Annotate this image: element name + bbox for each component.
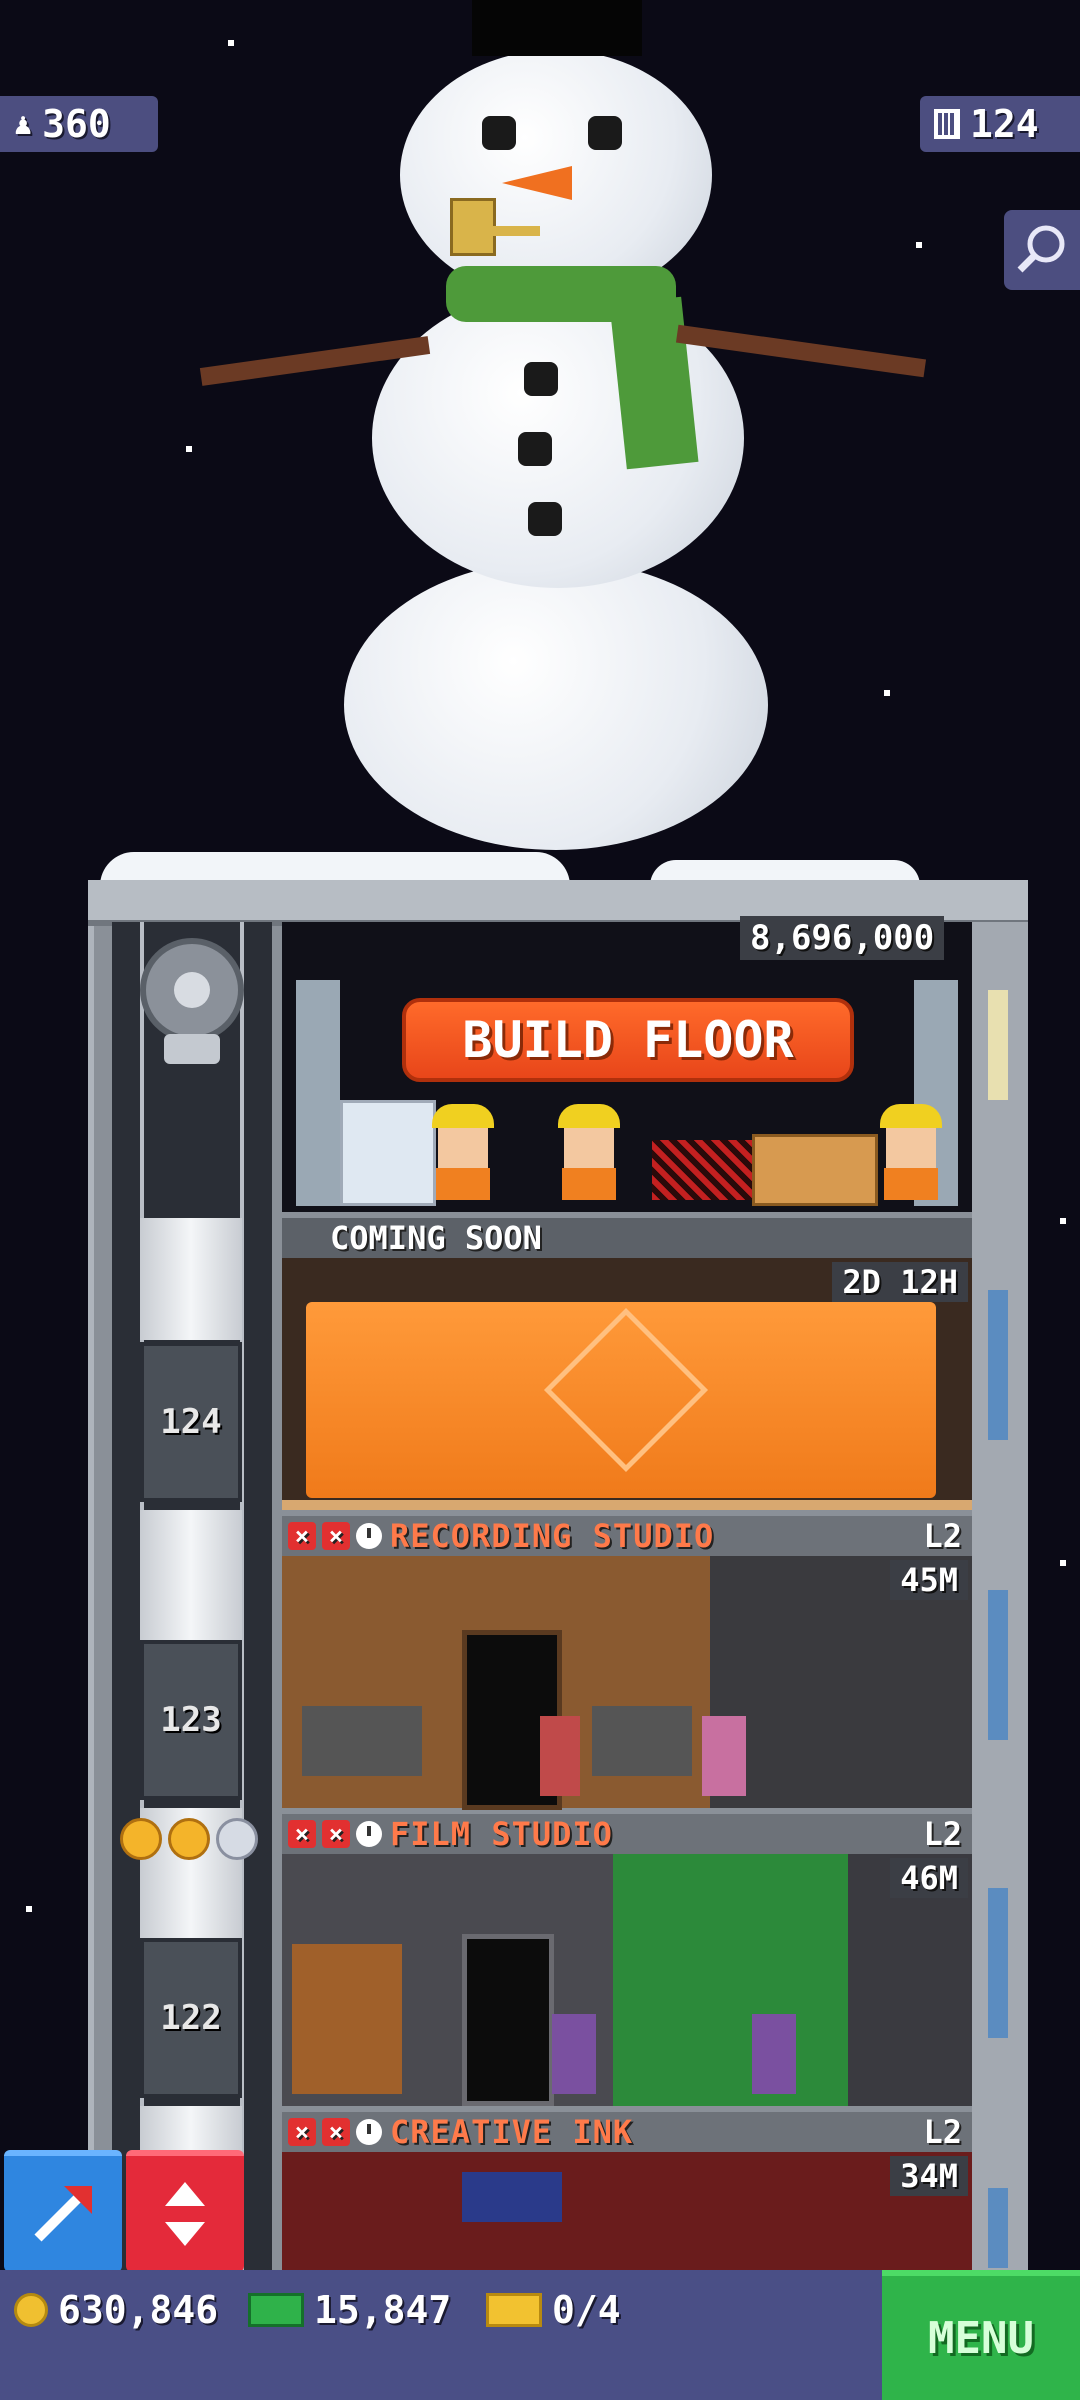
coins-value: 630,846 [58,2288,219,2332]
floor-timer-value: 46M [900,1859,958,1897]
star-filled-icon [120,1818,162,1860]
ticket-icon [486,2293,542,2327]
recording-studio-room[interactable] [282,1556,972,1810]
construction-timer-value: 2D 12H [842,1263,958,1301]
star-empty-icon [216,1818,258,1860]
building-icon [934,109,960,139]
elevator-motor [130,938,254,1066]
construction-timer: 2D 12H [832,1262,968,1302]
construction-tarp [306,1302,936,1498]
construction-sign-icon [543,1307,709,1473]
floor-timer: 34M [890,2156,968,2196]
arrow-up-right-icon [34,2186,92,2242]
elevator-stop-123[interactable]: 123 [140,1640,242,1800]
star [228,40,234,46]
floor-header-creative-ink[interactable]: × × CREATIVE INK L2 [282,2112,972,2152]
room-wall [296,980,340,1206]
window [988,2188,1008,2268]
floor-timer: 46M [890,1858,968,1898]
floor-timer-value: 45M [900,1561,958,1599]
creative-ink-room[interactable] [282,2152,972,2270]
population-value: 360 [42,102,111,146]
star [1060,1218,1066,1224]
build-floor-button[interactable]: BUILD FLOOR [402,998,854,1082]
bux-icon [248,2293,304,2327]
floor-level: L2 [923,1517,962,1555]
elevator-stop-124[interactable]: 124 [140,1342,242,1502]
remove-icon: × [288,2118,316,2146]
floor-timer: 45M [890,1560,968,1600]
window [988,990,1008,1100]
menu-button[interactable]: MENU [882,2270,1080,2400]
bux-value: 15,847 [314,2288,452,2332]
star-filled-icon [168,1818,210,1860]
star [186,446,192,452]
floor-number: 122 [160,1998,222,2038]
floor-number: 123 [160,1700,222,1740]
zoom-button[interactable] [1004,210,1080,290]
clock-icon [356,1821,382,1847]
magnifier-icon [1017,225,1065,273]
tickets-display[interactable]: 0/4 [486,2288,621,2332]
coins-display: 630,846 [14,2288,218,2332]
floor-ledge [282,1500,972,1510]
remove-icon: × [322,1820,350,1848]
film-studio-room[interactable] [282,1854,972,2106]
floor-counter: 124 [920,96,1080,152]
elevator-stop-122[interactable]: 122 [140,1938,242,2098]
clock-icon [356,1523,382,1549]
elevator-rating [120,1818,258,1860]
floor-count-value: 124 [970,102,1039,146]
floor-number: 124 [160,1402,222,1442]
floor-header-recording-studio[interactable]: × × RECORDING STUDIO L2 [282,1516,972,1556]
remove-icon: × [322,2118,350,2146]
construction-workers [340,1100,942,1206]
elevator-button[interactable] [126,2150,244,2272]
star [26,1906,32,1912]
window [988,1290,1008,1440]
floor-level: L2 [923,1815,962,1853]
build-cost-value: 8,696,000 [750,918,935,958]
coming-soon-label: COMING SOON [330,1219,542,1257]
floor-timer-value: 34M [900,2157,958,2195]
population-counter: ♟ 360 [0,96,158,152]
up-down-arrows-icon [165,2182,205,2246]
build-cost: 8,696,000 [740,916,945,960]
floor-header-film-studio[interactable]: × × FILM STUDIO L2 [282,1814,972,1854]
coin-icon [14,2293,48,2327]
tickets-value: 0/4 [552,2288,621,2332]
star [884,690,890,696]
clock-icon [356,2119,382,2145]
remove-icon: × [288,1522,316,1550]
remove-icon: × [288,1820,316,1848]
floor-level: L2 [923,2113,962,2151]
remove-icon: × [322,1522,350,1550]
floor-name: RECORDING STUDIO [390,1517,715,1555]
star [1060,1560,1066,1566]
floor-name: FILM STUDIO [390,1815,613,1853]
person-icon: ♟ [14,106,33,142]
construction-header: COMING SOON [282,1218,972,1258]
floor-name: CREATIVE INK [390,2113,634,2151]
gift-button[interactable] [4,2150,122,2272]
window [988,1888,1008,2038]
window [988,1590,1008,1740]
bux-display[interactable]: 15,847 [248,2288,451,2332]
star [916,242,922,248]
